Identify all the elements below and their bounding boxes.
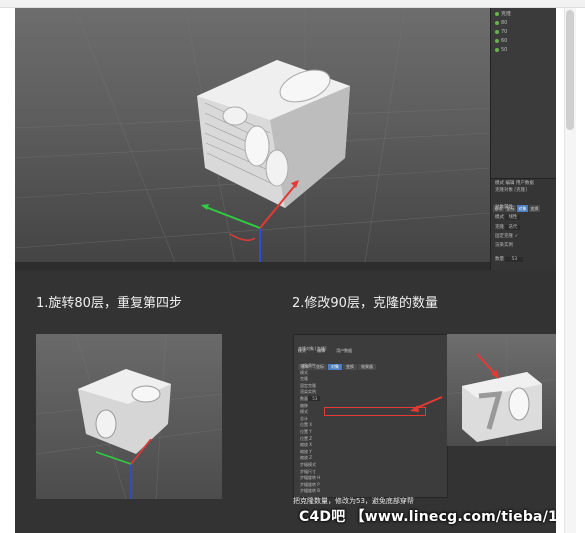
- panel2-row[interactable]: 缩放 Z: [300, 455, 312, 461]
- field-count[interactable]: 数量 53: [495, 257, 524, 263]
- field-mode[interactable]: 模式 线性: [495, 215, 521, 221]
- panel2-row-label: 缩放 Y: [300, 448, 312, 454]
- tutorial-image: 克隆 80 70 60 50 模式 编辑 用户数据 克隆对象 [克隆] 基本 坐标…: [15, 8, 556, 533]
- panel2-row-label: 步幅旋转 B: [300, 488, 321, 494]
- tab-effector[interactable]: 效果器: [358, 364, 376, 370]
- viewport-main[interactable]: [15, 8, 490, 262]
- panel2-row[interactable]: 步幅旋转 B: [300, 488, 320, 494]
- object-row[interactable]: 克隆: [495, 11, 553, 17]
- field-fixed-clone[interactable]: 固定克隆 ✓: [495, 234, 518, 240]
- panel2-object-title: 克隆对象 [克隆]: [298, 346, 327, 351]
- panel2-row-label: 步幅模式: [300, 462, 316, 467]
- field-render-instance[interactable]: 渲染实例: [495, 243, 513, 249]
- panel2-row[interactable]: 步幅旋转 P: [300, 482, 320, 488]
- layer-dot-icon: [495, 20, 499, 25]
- panel2-row-label: 位置 Y: [300, 429, 312, 434]
- panel2-row[interactable]: 总计: [300, 416, 308, 422]
- scrollbar-thumb[interactable]: [566, 10, 574, 130]
- panel2-row-label: 总计: [300, 415, 308, 421]
- panel2-row-label: 缩放 Z: [300, 455, 313, 461]
- panel2-row[interactable]: 步幅模式: [300, 462, 316, 468]
- layer-dot-icon: [495, 11, 499, 16]
- arrow-indicator-icon: [476, 353, 499, 379]
- panel2-row[interactable]: 对象属性: [300, 363, 316, 369]
- attr-tabs: 基本 坐标 对象 变换: [493, 195, 541, 212]
- panel2-row[interactable]: 位置 X: [300, 422, 312, 428]
- watermark: C4D吧 【www.linecg.com/tieba/1799】: [299, 509, 556, 525]
- arrow-indicator-icon: [410, 396, 443, 412]
- tab-transform[interactable]: 变换: [529, 205, 540, 212]
- tab-transform[interactable]: 变换: [343, 364, 357, 370]
- panel2-row[interactable]: 位置 Y: [300, 429, 312, 435]
- layer-dot-icon: [495, 47, 499, 52]
- viewport-grid: [15, 8, 490, 262]
- panel2-row-label: 偏移: [300, 402, 308, 408]
- menu-mode[interactable]: 模式: [495, 181, 504, 186]
- panel2-row-label: 模式: [300, 409, 308, 415]
- number-70-text-object[interactable]: [462, 372, 542, 442]
- viewport-step-1-scene: [36, 334, 222, 499]
- count-value[interactable]: 53: [308, 396, 321, 401]
- caption-step-2: 2.修改90层，克隆的数量: [292, 296, 438, 311]
- layer-dot-icon: [495, 38, 499, 43]
- panel2-row[interactable]: 数量 53: [300, 396, 321, 402]
- tab-object[interactable]: 对象: [517, 205, 528, 212]
- instruction-note: 把克隆数量，修改为53，避免底部穿帮: [293, 497, 414, 505]
- attr-section-label: 对象属性: [495, 205, 513, 210]
- panel2-row[interactable]: 渲染实例: [300, 389, 316, 395]
- panel2-row[interactable]: 模式: [300, 370, 308, 376]
- panel2-row-label: 渲染实例: [300, 389, 316, 395]
- attribute-panel-screenshot: 模式 编辑 用户数据 克隆对象 [克隆] 基本 坐标 对象 变换 效果器 对象属性 模式克…: [293, 334, 448, 498]
- panel2-row-label: 位置 X: [300, 422, 313, 428]
- viewport-step-2-scene: [447, 334, 556, 446]
- panel2-header-tabs: 模式 编辑 用户数据: [298, 337, 358, 353]
- field-clone[interactable]: 克隆 迭代: [495, 225, 521, 231]
- panel2-row-label: 位置 Z: [300, 435, 313, 441]
- panel2-row[interactable]: 位置 Z: [300, 436, 312, 442]
- panel2-row-label: 模式: [300, 369, 308, 375]
- panel2-row-label: 克隆: [300, 376, 308, 382]
- viewport-bottom-band: [15, 262, 490, 270]
- panel2-row-label: 数量: [300, 396, 308, 401]
- attribute-manager: 模式 编辑 用户数据 克隆对象 [克隆] 基本 坐标 对象 变换 对象属性 模式 线性…: [491, 178, 556, 270]
- attr-header-tabs: 模式 编辑 用户数据: [495, 181, 534, 187]
- panel2-row[interactable]: 模式: [300, 409, 308, 415]
- object-row[interactable]: 50: [495, 47, 553, 53]
- panel2-row[interactable]: 缩放 X: [300, 442, 312, 448]
- panel2-row[interactable]: 偏移: [300, 403, 308, 409]
- caption-step-1: 1.旋转80层，重复第四步: [36, 296, 182, 311]
- page-top-strip: [0, 0, 585, 8]
- panel2-row-label: 步幅旋转 H: [300, 475, 321, 481]
- layer-dot-icon: [495, 29, 499, 34]
- object-manager-panel: 克隆 80 70 60 50 模式 编辑 用户数据 克隆对象 [克隆] 基本 坐标…: [490, 8, 556, 270]
- panel2-row[interactable]: 步幅尺寸: [300, 469, 316, 475]
- tab-object[interactable]: 对象: [328, 364, 342, 370]
- object-row[interactable]: 70: [495, 29, 553, 35]
- object-row[interactable]: 60: [495, 38, 553, 44]
- attr-object-title: 克隆对象 [克隆]: [495, 188, 527, 193]
- number-80-text-object[interactable]: [78, 369, 171, 454]
- menu-user-data[interactable]: 用户数据: [516, 181, 534, 186]
- panel2-row[interactable]: 固定克隆: [300, 383, 316, 389]
- panel2-row-label: 固定克隆: [300, 382, 316, 388]
- panel2-row[interactable]: 克隆: [300, 376, 308, 382]
- menu-edit[interactable]: 编辑: [505, 181, 514, 186]
- panel2-row-label: 对象属性: [300, 363, 316, 368]
- viewport-step-1[interactable]: [36, 334, 222, 499]
- panel2-row-label: 步幅旋转 P: [300, 481, 320, 487]
- object-row[interactable]: 80: [495, 20, 553, 26]
- panel2-row[interactable]: 步幅旋转 H: [300, 475, 320, 481]
- viewport-step-2[interactable]: [447, 334, 556, 446]
- panel2-row[interactable]: 缩放 Y: [300, 449, 312, 455]
- panel2-row-label: 步幅尺寸: [300, 468, 316, 474]
- panel2-row-label: 缩放 X: [300, 442, 313, 448]
